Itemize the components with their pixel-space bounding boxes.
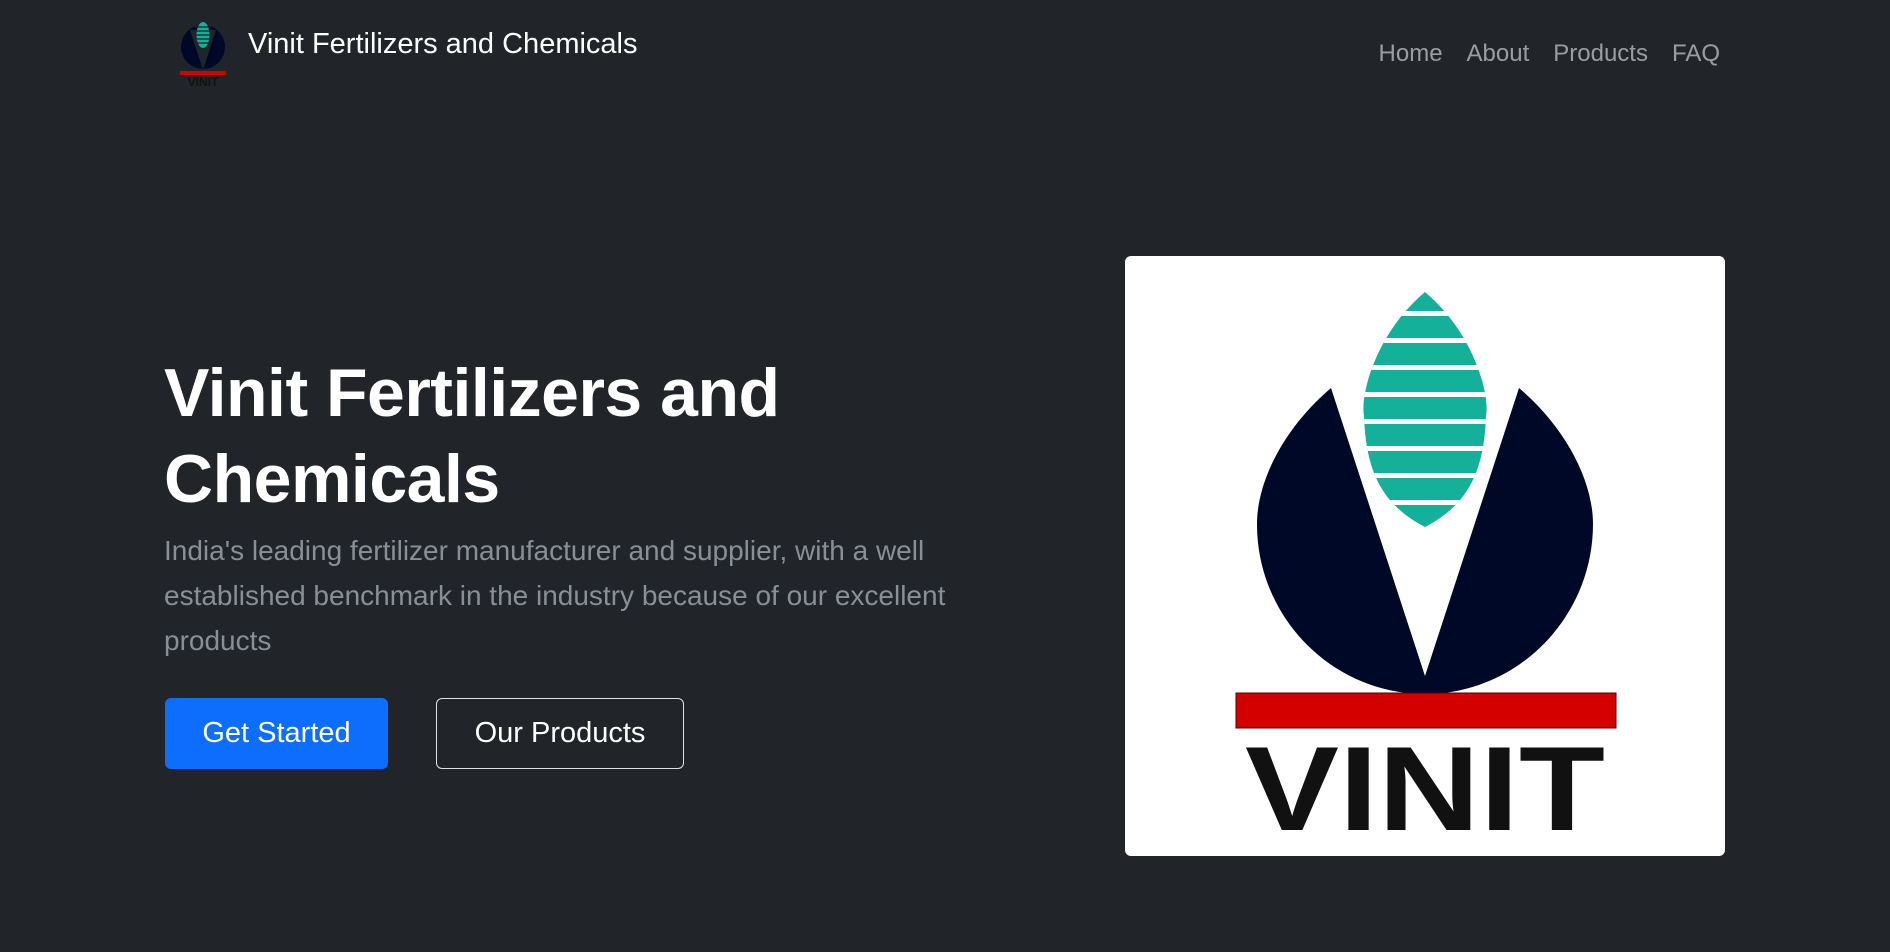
- our-products-button[interactable]: Our Products: [436, 698, 684, 769]
- brand-name: Vinit Fertilizers and Chemicals: [248, 28, 638, 60]
- nav-link-about[interactable]: About: [1455, 40, 1542, 68]
- brand-logo-text: VINIT: [188, 75, 219, 89]
- nav-link-products[interactable]: Products: [1541, 40, 1660, 68]
- navbar-brand[interactable]: VINIT Vinit Fertilizers and Chemicals: [177, 18, 638, 90]
- leaf-icon: [1363, 292, 1487, 527]
- hero-title: Vinit Fertilizers and Chemicals: [164, 355, 780, 517]
- nav-link-faq[interactable]: FAQ: [1660, 40, 1720, 68]
- brand-logo: VINIT: [180, 22, 226, 89]
- get-started-button[interactable]: Get Started: [165, 698, 388, 769]
- hero-logo-image: VINIT: [1125, 256, 1725, 856]
- hero-lead: India's leading fertilizer manufacturer …: [164, 535, 946, 656]
- nav-links: Home About Products FAQ: [1367, 40, 1720, 68]
- nav-link-home[interactable]: Home: [1367, 40, 1455, 68]
- navbar: VINIT Vinit Fertilizers and Chemicals Ho…: [0, 0, 1890, 106]
- page: VINIT Vinit Fertilizers and Chemicals Ho…: [0, 0, 1890, 952]
- vinit-logo: VINIT: [1235, 292, 1617, 856]
- hero-logo-text: VINIT: [1245, 722, 1605, 856]
